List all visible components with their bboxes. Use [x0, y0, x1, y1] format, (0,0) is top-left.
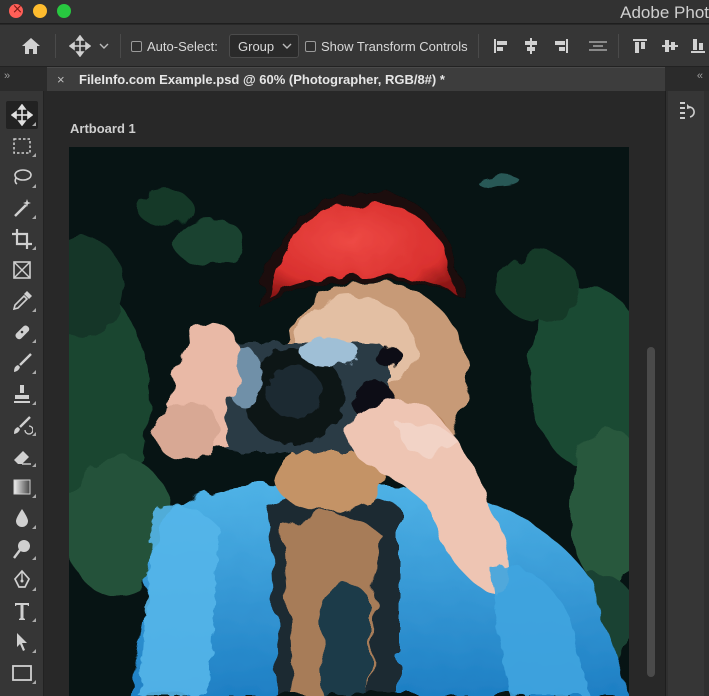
history-icon [680, 102, 695, 119]
gradient-icon [13, 479, 31, 495]
crop-tool[interactable] [6, 225, 38, 253]
document-canvas[interactable]: Artboard 1 [44, 91, 665, 696]
document-tab-strip: » × FileInfo.com Example.psd @ 60% (Phot… [0, 67, 709, 91]
eyedropper-icon [12, 291, 32, 311]
artboard[interactable] [69, 147, 629, 696]
auto-select-checkbox[interactable] [131, 40, 142, 52]
move-icon [69, 35, 91, 57]
lasso-tool[interactable] [6, 163, 38, 191]
expand-toolbar-icon[interactable]: » [4, 70, 10, 82]
gradient-tool[interactable] [6, 473, 38, 501]
pen-tool[interactable] [6, 566, 38, 594]
align-right-edges-icon [555, 39, 568, 53]
clone-stamp-tool[interactable] [6, 380, 38, 408]
align-left-edges-icon [494, 39, 507, 53]
rectangular-marquee-tool[interactable] [6, 132, 38, 160]
blur-tool[interactable] [6, 504, 38, 532]
align-top-edges-button[interactable] [628, 34, 652, 58]
history-brush-icon [14, 416, 33, 435]
toolbar-separator [55, 34, 56, 58]
auto-select-value: Group [238, 38, 275, 54]
marquee-icon [13, 138, 31, 154]
align-vertical-centers-button[interactable] [658, 34, 682, 58]
close-document-icon[interactable]: × [57, 72, 69, 87]
toolbar-separator [120, 34, 121, 58]
dodge-tool[interactable] [6, 535, 38, 563]
align-bottom-edges-button[interactable] [686, 34, 709, 58]
photographer-painting [69, 147, 629, 696]
show-transform-checkbox[interactable] [305, 40, 316, 52]
auto-select-dropdown[interactable]: Group [229, 34, 300, 58]
artboard-label: Artboard 1 [70, 121, 136, 136]
brush-tool[interactable] [6, 349, 38, 377]
eraser-icon [14, 451, 31, 465]
align-horizontal-centers-icon [525, 38, 537, 54]
magic-wand-icon [14, 199, 31, 217]
auto-select-option: Auto-Select: [131, 25, 218, 67]
chevron-down-icon [282, 43, 292, 49]
auto-select-target: Group [229, 25, 300, 67]
stamp-icon [14, 385, 30, 403]
document-tab[interactable]: × FileInfo.com Example.psd @ 60% (Photog… [47, 67, 665, 91]
vertical-scrollbar[interactable] [647, 347, 655, 677]
show-transform-label: Show Transform Controls [321, 38, 468, 54]
type-icon [15, 603, 29, 620]
show-transform-option: Show Transform Controls [305, 25, 468, 67]
crop-icon [12, 229, 32, 249]
arrow-pointer-icon [17, 633, 27, 651]
water-drop-icon [16, 509, 28, 527]
align-bottom-edges-icon [691, 39, 705, 53]
title-bar: Adobe Phot [0, 0, 709, 24]
home-icon [22, 38, 40, 54]
magic-wand-tool[interactable] [6, 194, 38, 222]
bandage-icon [15, 325, 30, 340]
distribute-icon [589, 41, 607, 51]
lasso-icon [14, 169, 32, 185]
type-tool[interactable] [6, 597, 38, 625]
dodge-icon [13, 540, 30, 559]
frame-icon [13, 261, 31, 279]
align-left-edges-button[interactable] [489, 34, 513, 58]
align-vertical-centers-icon [662, 40, 678, 52]
minimize-window-button[interactable] [33, 4, 47, 18]
move-tool[interactable] [6, 101, 38, 129]
brush-icon [14, 353, 32, 372]
pen-icon [13, 569, 31, 588]
align-horizontal-centers-button[interactable] [519, 34, 543, 58]
healing-brush-tool[interactable] [6, 318, 38, 346]
history-panel-button[interactable] [678, 99, 698, 126]
document-tab-title: FileInfo.com Example.psd @ 60% (Photogra… [79, 72, 445, 87]
zoom-window-button[interactable] [57, 4, 71, 18]
frame-tool[interactable] [6, 256, 38, 284]
options-bar: Auto-Select: Group Show Transform Contro… [0, 25, 709, 67]
close-window-button[interactable] [9, 2, 23, 18]
rectangle-icon [12, 665, 32, 681]
home-button[interactable] [19, 34, 43, 58]
path-selection-tool[interactable] [6, 628, 38, 656]
eraser-tool[interactable] [6, 442, 38, 470]
align-right-edges-button[interactable] [549, 34, 573, 58]
chevron-down-icon [99, 43, 109, 49]
auto-select-label: Auto-Select: [147, 38, 218, 54]
distribute-button[interactable] [586, 34, 610, 58]
app-title: Adobe Phot [620, 3, 709, 22]
history-brush-tool[interactable] [6, 411, 38, 439]
tool-preset-dropdown[interactable] [96, 34, 112, 58]
eyedropper-tool[interactable] [6, 287, 38, 315]
right-panel-dock [665, 91, 709, 696]
rectangle-tool[interactable] [6, 659, 38, 687]
align-top-edges-icon [633, 39, 647, 53]
toolbar-separator [478, 34, 479, 58]
toolbar-separator [618, 34, 619, 58]
move-icon [11, 104, 33, 126]
tools-panel [0, 91, 44, 696]
panel-icon-column [668, 91, 704, 696]
move-tool-preset[interactable] [68, 34, 92, 58]
collapse-panels-icon[interactable]: « [697, 70, 703, 82]
